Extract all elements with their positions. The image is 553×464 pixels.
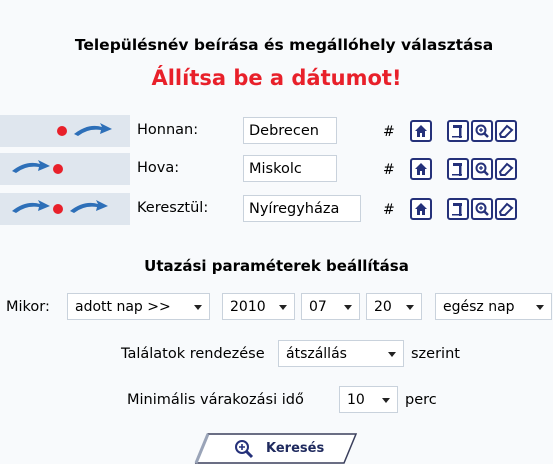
search-button[interactable]: Keresés [194, 433, 360, 464]
sort-value: átszállás [286, 346, 347, 362]
params-section-title: Utazási paraméterek beállítása [144, 257, 409, 275]
eraser-icon [498, 202, 514, 216]
via-label: Keresztül: [137, 200, 209, 216]
wait-suffix: perc [405, 392, 437, 408]
chevron-down-icon [279, 305, 287, 310]
via-marker-icon [12, 200, 108, 214]
wait-prefix: Minimális várakozási idő [127, 392, 304, 408]
wait-select[interactable]: 10 [339, 386, 398, 413]
clear-button[interactable] [495, 120, 517, 142]
home-button[interactable] [410, 120, 432, 142]
bus-stop-icon [452, 203, 462, 216]
page-title: Településnév beírása és megállóhely vála… [74, 36, 494, 54]
sort-suffix: szerint [411, 346, 460, 362]
home-icon [415, 125, 427, 137]
home-button[interactable] [410, 198, 432, 220]
clear-button[interactable] [495, 198, 517, 220]
from-label: Honnan: [137, 122, 199, 138]
departure-marker-icon [57, 123, 112, 136]
zoom-icon [475, 124, 489, 138]
to-input[interactable]: Miskolc [243, 155, 337, 182]
wait-row: Minimális várakozási idő 10 perc [0, 386, 553, 416]
home-icon [415, 203, 427, 215]
chevron-down-icon [344, 305, 352, 310]
day-part-select[interactable]: egész nap [435, 293, 552, 320]
day-select[interactable]: 20 [366, 293, 422, 320]
from-input[interactable]: Debrecen [243, 117, 337, 144]
from-marker-band [0, 115, 130, 147]
day-mode-value: adott nap >> [75, 299, 171, 315]
to-marker-band [0, 153, 130, 185]
stop-row-from: Honnan: Debrecen # [0, 115, 553, 147]
to-stop-selector[interactable]: # [383, 162, 395, 178]
month-value: 07 [309, 299, 327, 315]
when-label: Mikor: [6, 299, 50, 315]
day-mode-select[interactable]: adott nap >> [67, 293, 210, 320]
stop-sign-button[interactable] [447, 158, 469, 180]
via-input[interactable]: Nyíregyháza [243, 195, 361, 222]
from-stop-selector[interactable]: # [383, 124, 395, 140]
day-value: 20 [374, 299, 392, 315]
sort-select[interactable]: átszállás [278, 340, 404, 367]
bus-stop-icon [452, 125, 462, 138]
zoom-button[interactable] [471, 158, 493, 180]
sort-prefix: Találatok rendezése [121, 346, 265, 362]
home-icon [415, 163, 427, 175]
stop-sign-button[interactable] [447, 198, 469, 220]
month-select[interactable]: 07 [301, 293, 360, 320]
bus-stop-icon [452, 163, 462, 176]
to-label: Hova: [137, 160, 180, 176]
route-planner-panel: Településnév beírása és megállóhely vála… [0, 0, 553, 464]
eraser-icon [498, 162, 514, 176]
search-button-label: Keresés [266, 441, 325, 456]
via-marker-band [0, 193, 130, 225]
date-alert: Állítsa be a dátumot! [151, 66, 402, 90]
arrival-marker-icon [12, 160, 63, 174]
clear-button[interactable] [495, 158, 517, 180]
stop-row-to: Hova: Miskolc # [0, 153, 553, 185]
date-row: Mikor: adott nap >> 2010 07 20 egész nap [0, 293, 553, 323]
year-select[interactable]: 2010 [222, 293, 295, 320]
chevron-down-icon [194, 305, 202, 310]
chevron-down-icon [406, 305, 414, 310]
zoom-button[interactable] [471, 120, 493, 142]
via-stop-selector[interactable]: # [383, 202, 395, 218]
chevron-down-icon [382, 398, 390, 403]
sort-row: Találatok rendezése átszállás szerint [0, 340, 553, 370]
day-part-value: egész nap [443, 299, 515, 315]
stop-sign-button[interactable] [447, 120, 469, 142]
year-value: 2010 [230, 299, 266, 315]
stop-row-via: Keresztül: Nyíregyháza # [0, 193, 553, 225]
zoom-icon [475, 162, 489, 176]
eraser-icon [498, 124, 514, 138]
search-icon [235, 440, 254, 459]
chevron-down-icon [536, 305, 544, 310]
zoom-icon [475, 202, 489, 216]
zoom-button[interactable] [471, 198, 493, 220]
wait-value: 10 [347, 392, 365, 408]
home-button[interactable] [410, 158, 432, 180]
chevron-down-icon [388, 352, 396, 357]
